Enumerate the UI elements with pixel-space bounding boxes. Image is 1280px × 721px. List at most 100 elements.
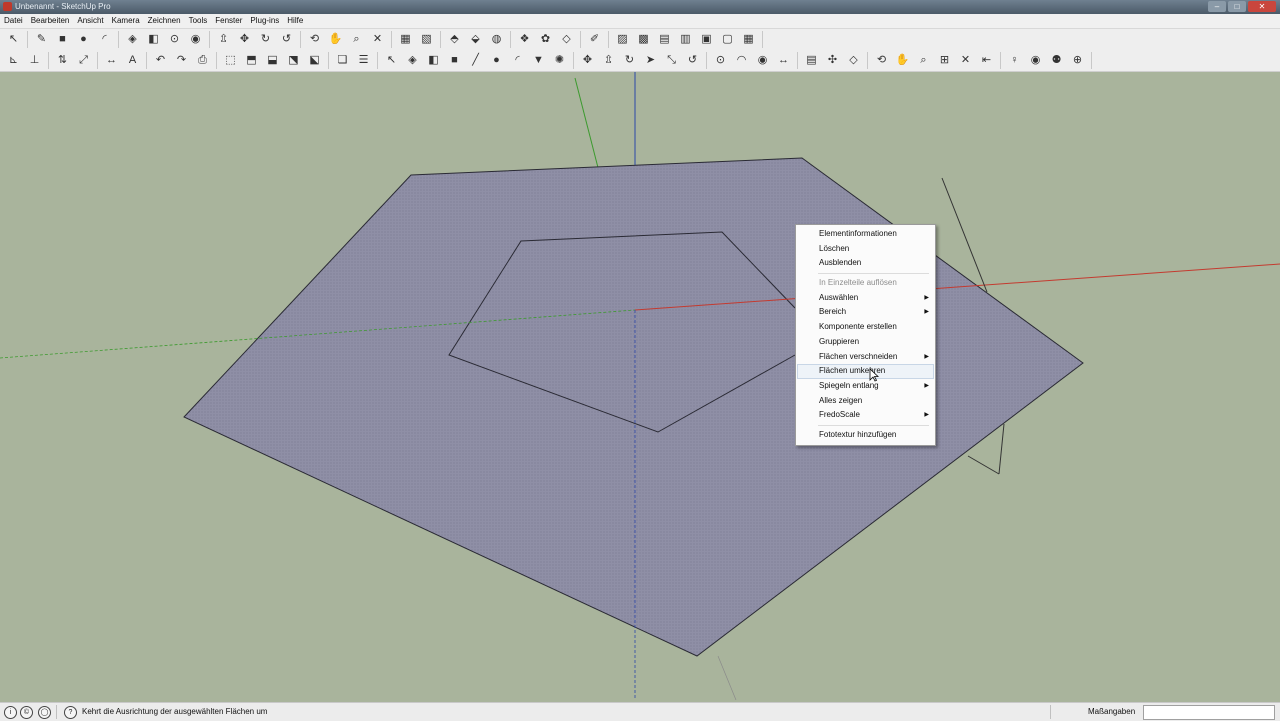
protractor-button[interactable]: ◠ — [732, 52, 751, 69]
close-button[interactable]: ✕ — [1248, 1, 1276, 12]
polygon-button[interactable]: ▼ — [529, 52, 548, 69]
get-models-button[interactable]: ▦ — [396, 31, 415, 48]
drawing-viewport[interactable]: Elementinformationen Löschen Ausblenden In … — [0, 72, 1280, 700]
minimize-button[interactable]: – — [1208, 1, 1226, 12]
right-view-button[interactable]: ⬔ — [284, 52, 303, 69]
rotate-small-button[interactable]: ↻ — [620, 52, 639, 69]
walk-button[interactable]: ⚉ — [1047, 52, 1066, 69]
tape-button[interactable]: ⊙ — [711, 52, 730, 69]
push-pull-small-button[interactable]: ⇫ — [599, 52, 618, 69]
scale-button[interactable]: ⤢ — [74, 52, 93, 69]
select-arrow-button[interactable]: ↖ — [4, 31, 23, 48]
wireframe-button[interactable]: ▤ — [655, 31, 674, 48]
zoom-extents-small-button[interactable]: ✕ — [956, 52, 975, 69]
context-item-alles-zeigen[interactable]: Alles zeigen — [796, 394, 935, 409]
top-view-button[interactable]: ⬒ — [242, 52, 261, 69]
previous-view-button[interactable]: ⇤ — [977, 52, 996, 69]
flip-button[interactable]: ⇅ — [53, 52, 72, 69]
orbit-button[interactable]: ⟲ — [305, 31, 324, 48]
zoom-small-button[interactable]: ⌕ — [914, 52, 933, 69]
iso-view-button[interactable]: ⬚ — [221, 52, 240, 69]
menu-kamera[interactable]: Kamera — [108, 14, 144, 28]
make-component-button[interactable]: ◈ — [123, 31, 142, 48]
context-item-bereich[interactable]: Bereich ▶ — [796, 305, 935, 320]
zoom-button[interactable]: ⌕ — [347, 31, 366, 48]
look-around-button[interactable]: ◉ — [1026, 52, 1045, 69]
freehand-button[interactable]: ✺ — [550, 52, 569, 69]
shaded-button[interactable]: ▣ — [697, 31, 716, 48]
style-button[interactable]: ✐ — [585, 31, 604, 48]
circle-small-button[interactable]: ● — [487, 52, 506, 69]
axes-small-button[interactable]: ✣ — [823, 52, 842, 69]
back-view-button[interactable]: ⬕ — [305, 52, 324, 69]
rectangle-small-button[interactable]: ■ — [445, 52, 464, 69]
get-current-view-button[interactable]: ⬙ — [466, 31, 485, 48]
dimension-small-button[interactable]: ↔ — [774, 52, 793, 69]
component-button[interactable]: ❖ — [515, 31, 534, 48]
geolocation-icon[interactable]: i — [4, 706, 17, 719]
follow-me-button[interactable]: ➤ — [641, 52, 660, 69]
help-icon[interactable]: ? — [64, 706, 77, 719]
context-item-gruppieren[interactable]: Gruppieren — [796, 335, 935, 350]
dimension-button[interactable]: ↔ — [102, 52, 121, 69]
3d-text-button[interactable]: ▤ — [802, 52, 821, 69]
rectangle-button[interactable]: ■ — [53, 31, 72, 48]
context-item-elementinformationen[interactable]: Elementinformationen — [796, 227, 935, 242]
context-item-spiegeln-entlang[interactable]: Spiegeln entlang ▶ — [796, 379, 935, 394]
arc-button[interactable]: ◜ — [95, 31, 114, 48]
navigate-button[interactable]: ⊕ — [1068, 52, 1087, 69]
credits-icon[interactable]: © — [20, 706, 33, 719]
offset-button[interactable]: ↺ — [277, 31, 296, 48]
menu-datei[interactable]: Datei — [0, 14, 27, 28]
paint-bucket-button[interactable]: ◉ — [186, 31, 205, 48]
context-item-fl-chen-umkehren[interactable]: Flächen umkehren — [797, 364, 934, 379]
arc-small-button[interactable]: ◜ — [508, 52, 527, 69]
maximize-button[interactable]: □ — [1228, 1, 1246, 12]
front-view-button[interactable]: ⬓ — [263, 52, 282, 69]
rotate-button[interactable]: ↻ — [256, 31, 275, 48]
line-button[interactable]: ╱ — [466, 52, 485, 69]
move-button[interactable]: ✥ — [235, 31, 254, 48]
context-item-fl-chen-verschneiden[interactable]: Flächen verschneiden ▶ — [796, 350, 935, 365]
scale-small-button[interactable]: ⤡ — [662, 52, 681, 69]
menu-hilfe[interactable]: Hilfe — [283, 14, 307, 28]
tape-measure-button[interactable]: ⊙ — [165, 31, 184, 48]
select-arrow-button[interactable]: ↖ — [382, 52, 401, 69]
redo-button[interactable]: ↷ — [172, 52, 191, 69]
pan-small-button[interactable]: ✋ — [893, 52, 912, 69]
monochrome-button[interactable]: ▦ — [739, 31, 758, 48]
move-small-button[interactable]: ✥ — [578, 52, 597, 69]
user-icon[interactable]: ◯ — [38, 706, 51, 719]
paint-small-button[interactable]: ◉ — [753, 52, 772, 69]
eraser-small-button[interactable]: ◧ — [424, 52, 443, 69]
eraser-button[interactable]: ◧ — [144, 31, 163, 48]
pencil-button[interactable]: ✎ — [32, 31, 51, 48]
position-camera-button[interactable]: ♀ — [1005, 52, 1024, 69]
menu-plug-ins[interactable]: Plug-ins — [246, 14, 283, 28]
orbit-small-button[interactable]: ⟲ — [872, 52, 891, 69]
back-edges-button[interactable]: ▩ — [634, 31, 653, 48]
context-item-ausblenden[interactable]: Ausblenden — [796, 256, 935, 271]
scene-canvas[interactable] — [0, 72, 1280, 700]
pan-button[interactable]: ✋ — [326, 31, 345, 48]
undo-button[interactable]: ↶ — [151, 52, 170, 69]
push-pull-button[interactable]: ⇫ — [214, 31, 233, 48]
zoom-extents-button[interactable]: ✕ — [368, 31, 387, 48]
menu-bearbeiten[interactable]: Bearbeiten — [27, 14, 74, 28]
shaded-texture-button[interactable]: ▢ — [718, 31, 737, 48]
print-button[interactable]: ⎙ — [193, 52, 212, 69]
share-model-button[interactable]: ▧ — [417, 31, 436, 48]
section-small-button[interactable]: ◇ — [844, 52, 863, 69]
menu-fenster[interactable]: Fenster — [211, 14, 246, 28]
guide-button[interactable]: ⊥ — [25, 52, 44, 69]
layers-button[interactable]: ❏ — [333, 52, 352, 69]
xray-button[interactable]: ▨ — [613, 31, 632, 48]
toggle-terrain-button[interactable]: ◍ — [487, 31, 506, 48]
context-item-fredoscale[interactable]: FredoScale ▶ — [796, 408, 935, 423]
outliner-button[interactable]: ☰ — [354, 52, 373, 69]
section-button[interactable]: ◇ — [557, 31, 576, 48]
place-model-button[interactable]: ⬘ — [445, 31, 464, 48]
circle-button[interactable]: ● — [74, 31, 93, 48]
text-button[interactable]: A — [123, 52, 142, 69]
context-item-fototextur-hinzuf-gen[interactable]: Fototextur hinzufügen — [796, 428, 935, 443]
